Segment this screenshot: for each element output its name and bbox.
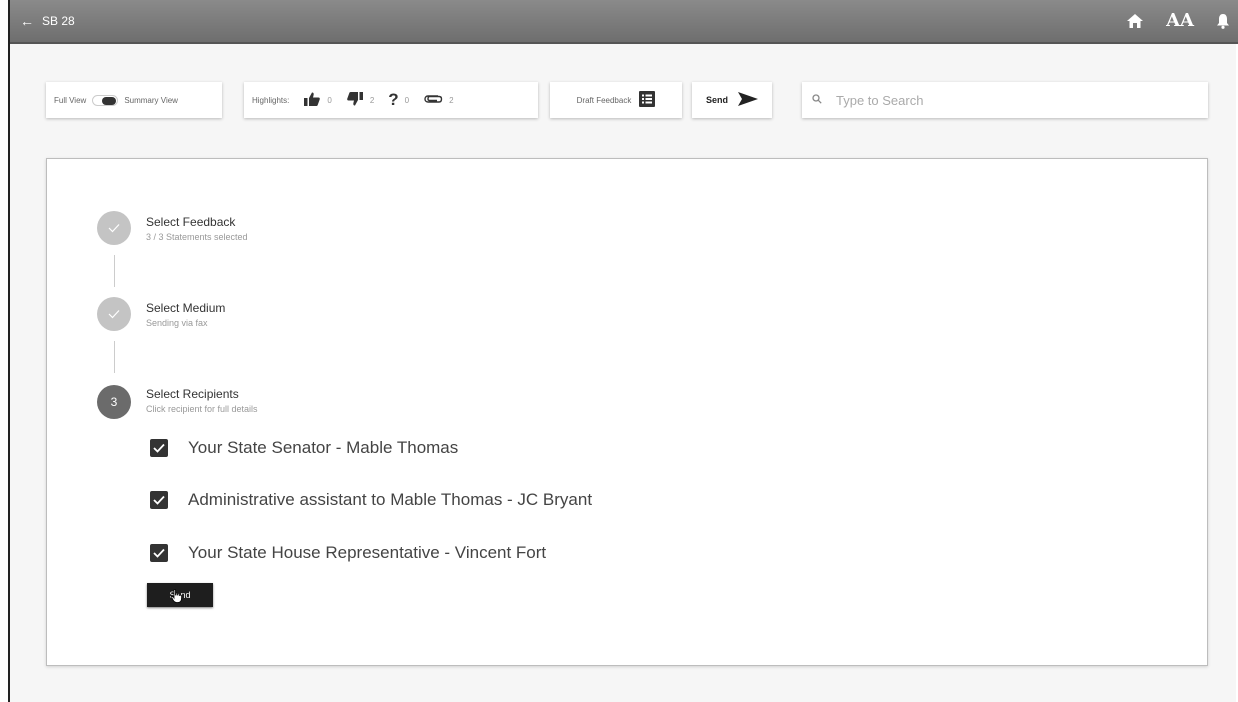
step-subtitle: 3 / 3 Statements selected xyxy=(146,232,248,242)
top-bar: ← SB 28 AA xyxy=(10,0,1238,44)
recipient-label[interactable]: Your State Senator - Mable Thomas xyxy=(188,438,458,458)
recipient-item[interactable]: Your State Senator - Mable Thomas xyxy=(150,438,458,458)
step-number-badge: 3 xyxy=(97,385,131,419)
step-select-medium[interactable]: Select Medium Sending via fax xyxy=(97,297,225,331)
full-view-label: Full View xyxy=(54,95,87,105)
step-subtitle: Click recipient for full details xyxy=(146,404,258,414)
draft-feedback-button[interactable]: Draft Feedback xyxy=(550,82,682,118)
step-title: Select Recipients xyxy=(146,387,239,401)
step-connector xyxy=(114,341,115,373)
view-toggle[interactable] xyxy=(92,94,119,106)
arrow-left-icon[interactable]: ← xyxy=(20,13,38,29)
summary-view-label: Summary View xyxy=(124,95,178,105)
toolbar-send-button[interactable]: Send xyxy=(692,82,772,118)
highlights-group: Highlights: 0 2 ? 0 2 xyxy=(244,82,538,118)
top-bar-actions: AA xyxy=(1126,10,1230,31)
thumbs-down-icon xyxy=(346,91,364,109)
highlight-question[interactable]: ? 0 xyxy=(388,90,409,110)
text-size-icon[interactable]: AA xyxy=(1166,10,1194,31)
question-count: 0 xyxy=(404,95,410,105)
recipient-item[interactable]: Your State House Representative - Vincen… xyxy=(150,543,546,563)
thumbs-up-count: 0 xyxy=(327,95,332,105)
recipient-label[interactable]: Administrative assistant to Mable Thomas… xyxy=(188,490,592,510)
send-arrow-icon xyxy=(738,92,758,108)
check-icon xyxy=(97,211,131,245)
list-icon xyxy=(639,91,656,109)
highlight-thumbs-up[interactable]: 0 xyxy=(303,91,332,109)
view-toggle-group: Full View Summary View xyxy=(46,82,222,118)
thumbs-down-count: 2 xyxy=(369,95,375,105)
checkbox-checked-icon[interactable] xyxy=(150,439,168,457)
step-select-recipients[interactable]: 3 Select Recipients Click recipient for … xyxy=(97,385,258,419)
home-icon[interactable] xyxy=(1126,13,1144,29)
search-input[interactable]: Type to Search xyxy=(836,93,923,108)
check-icon xyxy=(97,297,131,331)
toolbar-send-label: Send xyxy=(705,95,728,105)
paperclip-icon xyxy=(423,93,443,107)
hand-cursor-icon xyxy=(171,589,183,608)
step-title: Select Medium xyxy=(146,301,226,315)
bell-icon[interactable] xyxy=(1216,13,1230,29)
question-icon: ? xyxy=(388,90,399,109)
step-title: Select Feedback xyxy=(146,215,236,229)
send-feedback-panel: Select Feedback 3 / 3 Statements selecte… xyxy=(46,158,1208,666)
paperclip-count: 2 xyxy=(449,95,454,105)
highlights-label: Highlights: xyxy=(252,95,290,105)
app-frame: ← SB 28 AA Full View Summary View Highli… xyxy=(8,0,1238,702)
recipient-label[interactable]: Your State House Representative - Vincen… xyxy=(188,543,546,563)
highlight-thumbs-down[interactable]: 2 xyxy=(346,91,374,109)
draft-feedback-label: Draft Feedback xyxy=(576,95,632,105)
checkbox-checked-icon[interactable] xyxy=(150,544,168,562)
step-select-feedback[interactable]: Select Feedback 3 / 3 Statements selecte… xyxy=(97,211,248,245)
step-subtitle: Sending via fax xyxy=(146,318,208,328)
search-icon xyxy=(812,93,822,107)
step-connector xyxy=(114,255,115,287)
thumbs-up-icon xyxy=(303,91,321,109)
page-title: SB 28 xyxy=(42,14,75,28)
checkbox-checked-icon[interactable] xyxy=(150,491,168,509)
recipient-item[interactable]: Administrative assistant to Mable Thomas… xyxy=(150,490,592,510)
toggle-knob xyxy=(102,96,117,105)
search-box[interactable]: Type to Search xyxy=(802,82,1208,118)
highlight-paperclip[interactable]: 2 xyxy=(423,93,454,107)
